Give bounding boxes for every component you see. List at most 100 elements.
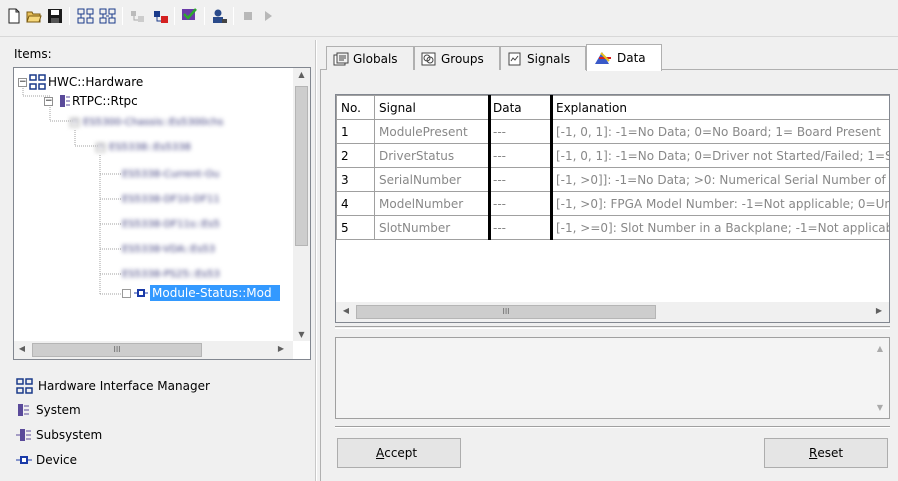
reset-button[interactable]: Reset (764, 438, 888, 468)
tree-hscrollbar[interactable]: ◀ III ▶ (14, 341, 293, 359)
save-icon[interactable] (45, 6, 65, 26)
column-header-signal[interactable]: Signal (374, 95, 489, 120)
collapse-icon[interactable]: − (44, 96, 53, 106)
scroll-up-icon[interactable]: ▲ (293, 70, 310, 79)
scroll-thumb[interactable] (295, 86, 308, 246)
collapse-icon[interactable]: − (96, 142, 105, 152)
check-icon[interactable] (180, 6, 200, 26)
globals-icon (333, 52, 349, 65)
tree-node-system[interactable]: − RTPC::Rtpc (44, 92, 138, 110)
add-item-icon[interactable] (151, 6, 171, 26)
disabled-tool-icon[interactable] (128, 6, 148, 26)
tree-node-label: HWC::Hardware (48, 75, 144, 89)
column-separator (488, 95, 491, 240)
tab-globals[interactable]: Globals (326, 46, 414, 70)
data-icon (595, 52, 611, 64)
stop-icon[interactable] (238, 6, 258, 26)
tree-node-child[interactable]: ES5338-DF11s::Es5 (122, 215, 220, 233)
grid-hscrollbar[interactable]: ◀ III ▶ (336, 302, 889, 322)
application-window: Items: − HWC::Hardware − RTPC::Rtpc − ES… (0, 0, 898, 481)
legend-label: Subsystem (36, 428, 103, 442)
cell-explanation: [-1, 0, 1]: -1=No Data; 0=Driver not Sta… (551, 143, 889, 168)
tree-node-label: ES5338-VDA::Es53 (122, 243, 216, 255)
tree-node-label: ES5338-Current-Ou (122, 168, 220, 180)
column-header-data[interactable]: Data (488, 95, 552, 120)
legend-label: Device (36, 453, 78, 467)
table-row[interactable]: 3 SerialNumber --- [-1, >0]]: -1=No Data… (336, 167, 889, 192)
collapse-icon[interactable]: − (70, 117, 79, 127)
tree-node-label: Module-Status::Mod (150, 285, 280, 301)
pane-splitter[interactable] (315, 40, 317, 481)
reset-mnemonic: R (809, 446, 818, 460)
tree-node-label: ES5300-Chassis::Es5300chs (83, 116, 224, 128)
scroll-up-icon[interactable]: ▲ (875, 344, 885, 353)
scroll-thumb[interactable]: III (32, 343, 202, 357)
scroll-right-icon[interactable]: ▶ (276, 344, 286, 353)
column-separator (550, 95, 553, 240)
reset-label: eset (817, 446, 844, 460)
data-grid[interactable]: No. Signal Data Explanation 1 ModulePres… (335, 94, 890, 323)
column-header-no[interactable]: No. (336, 95, 375, 120)
tree-node-chassis[interactable]: − ES5300-Chassis::Es5300chs (70, 113, 223, 131)
groups-icon (421, 52, 436, 65)
explanation-memo[interactable]: ▲ ▼ (335, 337, 890, 419)
cell-data[interactable]: --- (488, 191, 552, 216)
table-row[interactable]: 2 DriverStatus --- [-1, 0, 1]: -1=No Dat… (336, 143, 889, 168)
cell-explanation: [-1, >=0]: Slot Number in a Backplane; -… (551, 215, 889, 240)
tab-label: Signals (527, 51, 571, 66)
cell-explanation: [-1, >0]: FPGA Model Number: -1=Not appl… (551, 191, 889, 216)
tree-node-child[interactable]: ES5338-PS25::Es53 (122, 265, 220, 283)
tree-node-hardware[interactable]: − HWC::Hardware (18, 73, 143, 91)
scroll-left-icon[interactable]: ◀ (17, 344, 27, 353)
add-group-icon[interactable] (76, 6, 96, 26)
play-icon[interactable] (258, 6, 278, 26)
cell-signal: SlotNumber (374, 215, 489, 240)
table-row[interactable]: 5 SlotNumber --- [-1, >=0]: Slot Number … (336, 215, 889, 240)
cell-no: 5 (336, 215, 375, 240)
new-icon[interactable] (4, 6, 24, 26)
tab-groups[interactable]: Groups (414, 46, 500, 70)
column-header-explanation[interactable]: Explanation (551, 95, 889, 120)
tree-node-selected[interactable]: Module-Status::Mod (122, 284, 280, 302)
cell-no: 3 (336, 167, 375, 192)
cell-explanation: [-1, >0]]: -1=No Data; >0: Numerical Ser… (551, 167, 889, 192)
tree-vscrollbar[interactable]: ▲ ▼ (293, 68, 310, 341)
table-row[interactable]: 4 ModelNumber --- [-1, >0]: FPGA Model N… (336, 191, 889, 216)
user-search-icon[interactable] (210, 6, 230, 26)
legend-subsystem: Subsystem (16, 428, 102, 442)
tree-node-child[interactable]: ES5338-VDA::Es53 (122, 240, 215, 258)
cell-data[interactable]: --- (488, 215, 552, 240)
horizontal-splitter[interactable] (335, 326, 890, 329)
checkbox[interactable] (122, 288, 131, 298)
scroll-down-icon[interactable]: ▼ (875, 403, 885, 412)
legend-system: System (16, 403, 81, 417)
scroll-down-icon[interactable]: ▼ (293, 330, 310, 339)
open-icon[interactable] (24, 6, 44, 26)
tree-node-module[interactable]: − ES5338::Es5338 (96, 138, 191, 156)
tree-node-child[interactable]: ES5338-Current-Ou (122, 165, 219, 183)
cell-data[interactable]: --- (488, 119, 552, 144)
tree-node-label: ES5338-DF11s::Es5 (122, 218, 220, 230)
cell-data[interactable]: --- (488, 143, 552, 168)
tree-node-label: ES5338-DF10-DF11 (122, 193, 220, 205)
cell-signal: SerialNumber (374, 167, 489, 192)
tree-node-child[interactable]: ES5338-DF10-DF11 (122, 190, 220, 208)
cell-signal: ModulePresent (374, 119, 489, 144)
scroll-left-icon[interactable]: ◀ (341, 306, 351, 315)
collapse-icon[interactable]: − (18, 77, 27, 87)
tab-data[interactable]: Data (586, 44, 662, 71)
divider (335, 426, 890, 428)
table-row[interactable]: 1 ModulePresent --- [-1, 0, 1]: -1=No Da… (336, 119, 889, 144)
tab-label: Data (617, 51, 646, 65)
scroll-right-icon[interactable]: ▶ (874, 306, 884, 315)
items-tree[interactable]: − HWC::Hardware − RTPC::Rtpc − ES5300-Ch… (13, 67, 311, 360)
signals-icon (508, 52, 521, 65)
scroll-thumb[interactable]: III (356, 305, 656, 319)
hardware-icon (29, 74, 46, 90)
cell-data[interactable]: --- (488, 167, 552, 192)
tab-signals[interactable]: Signals (500, 46, 586, 70)
cell-no: 2 (336, 143, 375, 168)
accept-button[interactable]: Accept (337, 438, 461, 468)
remove-group-icon[interactable] (98, 6, 118, 26)
cell-no: 4 (336, 191, 375, 216)
